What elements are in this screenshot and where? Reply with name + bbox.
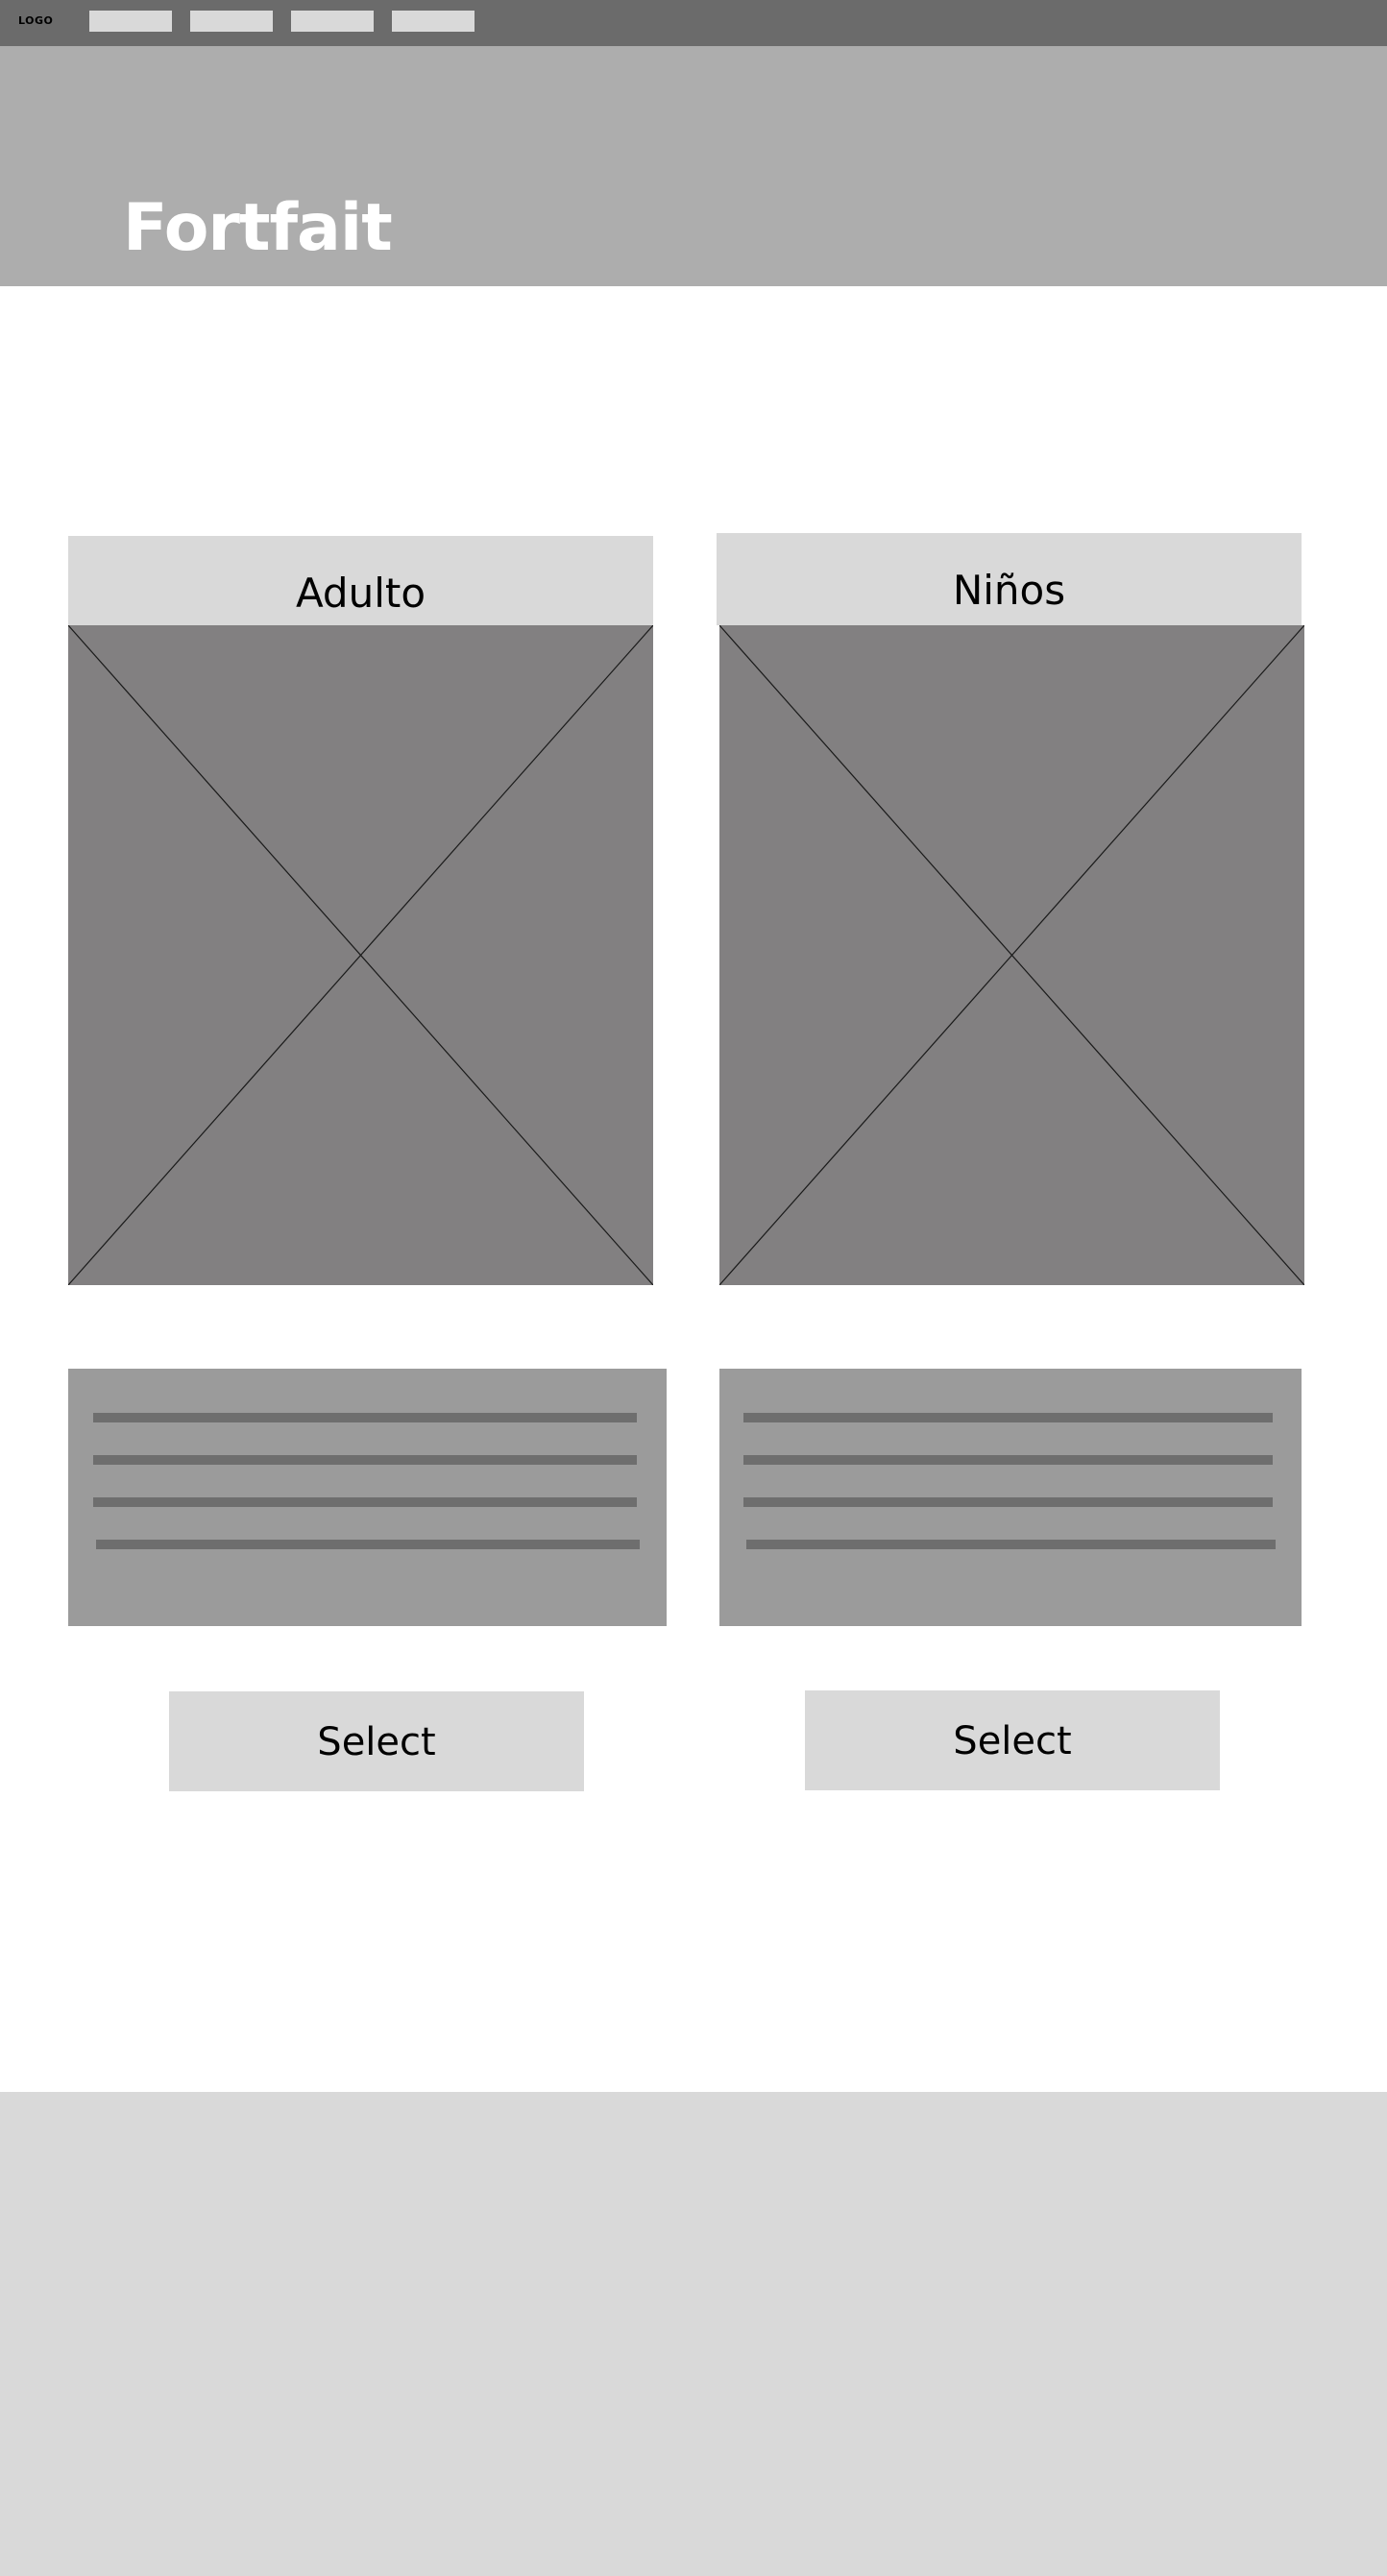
select-button-ninos[interactable]: Select bbox=[805, 1690, 1220, 1790]
nav-item-1[interactable] bbox=[89, 11, 172, 32]
image-placeholder-icon bbox=[719, 625, 1304, 1285]
image-placeholder-ninos bbox=[719, 625, 1304, 1285]
nav-item-4[interactable] bbox=[392, 11, 474, 32]
image-placeholder-adulto bbox=[68, 625, 653, 1285]
description-block-adulto bbox=[68, 1369, 667, 1626]
text-line bbox=[746, 1540, 1276, 1549]
image-placeholder-icon bbox=[68, 625, 653, 1285]
description-block-ninos bbox=[719, 1369, 1302, 1626]
hero-banner: Fortfait bbox=[0, 46, 1387, 286]
nav-item-3[interactable] bbox=[291, 11, 374, 32]
top-nav: LOGO bbox=[0, 0, 1387, 46]
nav-item-2[interactable] bbox=[190, 11, 273, 32]
card-header-ninos: Niños bbox=[717, 533, 1302, 625]
page: LOGO Fortfait Adulto Select Niños Select bbox=[0, 0, 1387, 2576]
footer bbox=[0, 2092, 1387, 2576]
card-header-adulto: Adulto bbox=[68, 536, 653, 625]
text-line bbox=[743, 1497, 1273, 1507]
logo[interactable]: LOGO bbox=[18, 14, 53, 27]
card-title: Adulto bbox=[295, 570, 426, 617]
text-line bbox=[743, 1413, 1273, 1422]
text-line bbox=[93, 1497, 637, 1507]
text-line bbox=[93, 1455, 637, 1465]
text-line bbox=[743, 1455, 1273, 1465]
text-line bbox=[93, 1413, 637, 1422]
text-line bbox=[96, 1540, 640, 1549]
card-title: Niños bbox=[952, 567, 1066, 614]
select-button-adulto[interactable]: Select bbox=[169, 1691, 584, 1791]
page-title: Fortfait bbox=[123, 190, 393, 266]
